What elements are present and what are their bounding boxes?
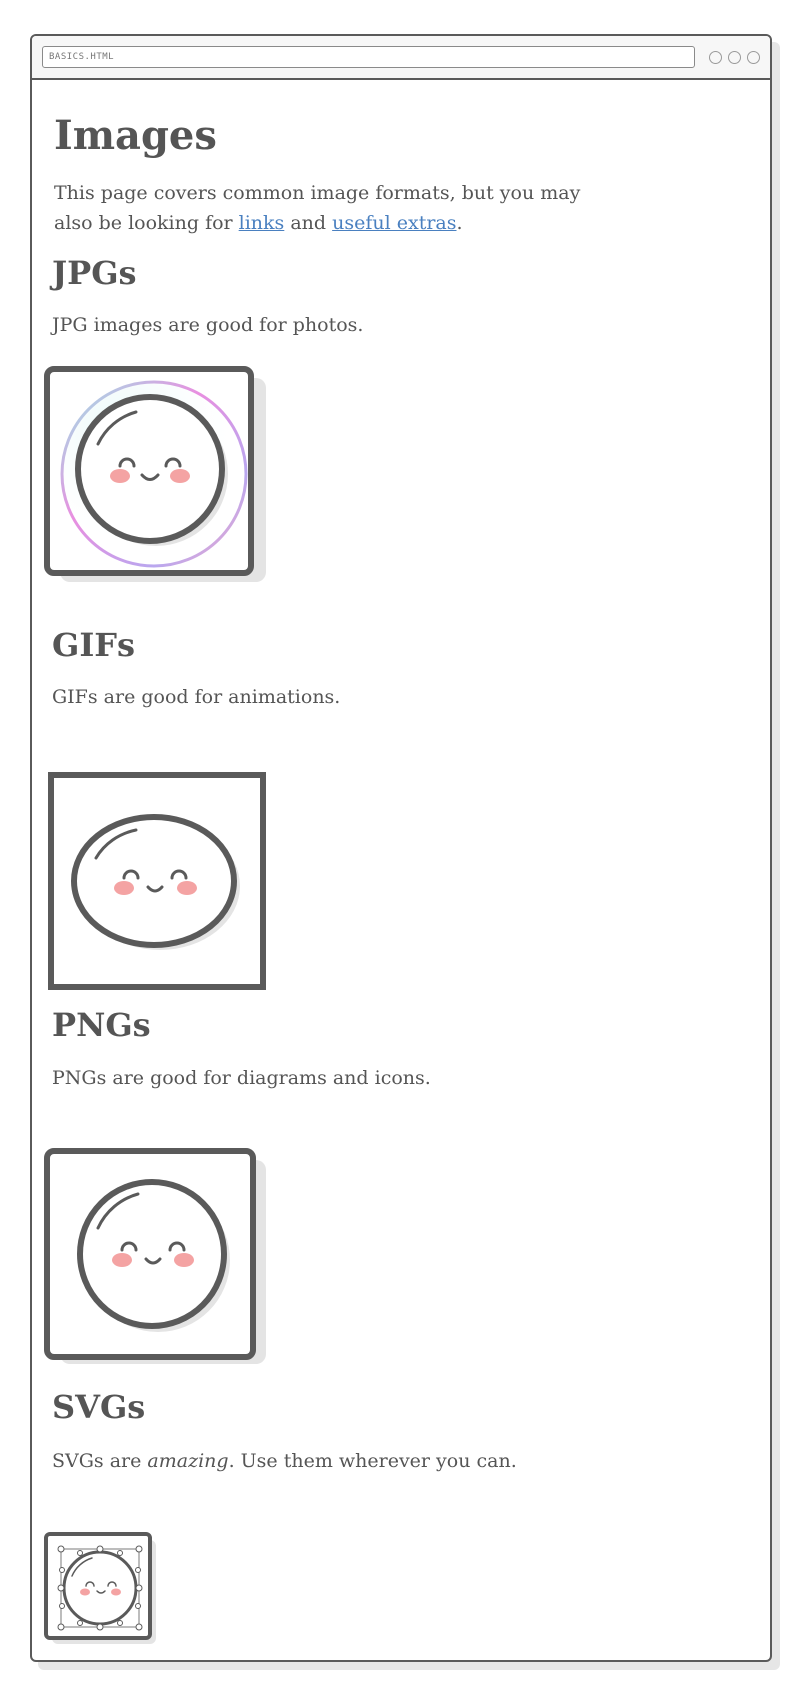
intro-text-end: . (456, 212, 463, 234)
window-controls (709, 50, 760, 64)
browser-titlebar: BASICS.HTML (32, 36, 770, 80)
smiley-photo-icon (60, 380, 248, 568)
section-text-pngs: PNGs are good for diagrams and icons. (52, 1067, 431, 1089)
section-heading-pngs: PNGs (52, 1006, 151, 1044)
smiley-animated-icon (71, 814, 240, 950)
smiley-vector-icon (57, 1545, 143, 1631)
window-control-icon[interactable] (728, 50, 741, 64)
section-text-jpgs: JPG images are good for photos. (52, 314, 364, 336)
svg-image (44, 1532, 152, 1640)
useful-extras-link[interactable]: useful extras (332, 212, 456, 234)
svg-text-emphasis: amazing (147, 1450, 229, 1472)
section-heading-jpgs: JPGs (52, 254, 137, 292)
jpg-image (44, 366, 254, 576)
gif-image (48, 772, 266, 990)
window-control-icon[interactable] (747, 50, 760, 64)
address-bar[interactable]: BASICS.HTML (42, 46, 695, 68)
svg-text-end: . Use them wherever you can. (228, 1450, 517, 1472)
png-image (44, 1148, 256, 1360)
intro-text-and: and (284, 212, 333, 234)
section-text-svgs: SVGs are amazing. Use them wherever you … (52, 1446, 517, 1476)
section-heading-svgs: SVGs (52, 1388, 146, 1426)
address-text: BASICS.HTML (49, 52, 115, 62)
intro-paragraph: This page covers common image formats, b… (54, 178, 614, 238)
page-content: Images This page covers common image for… (32, 114, 770, 238)
svg-text-start: SVGs are (52, 1450, 148, 1472)
section-text-gifs: GIFs are good for animations. (52, 686, 341, 708)
browser-window: BASICS.HTML Images This page covers comm… (30, 34, 772, 1662)
window-control-icon[interactable] (709, 50, 722, 64)
smiley-diagram-icon (77, 1179, 230, 1332)
page-title: Images (54, 112, 217, 159)
section-heading-gifs: GIFs (52, 626, 136, 664)
links-link[interactable]: links (239, 212, 285, 234)
